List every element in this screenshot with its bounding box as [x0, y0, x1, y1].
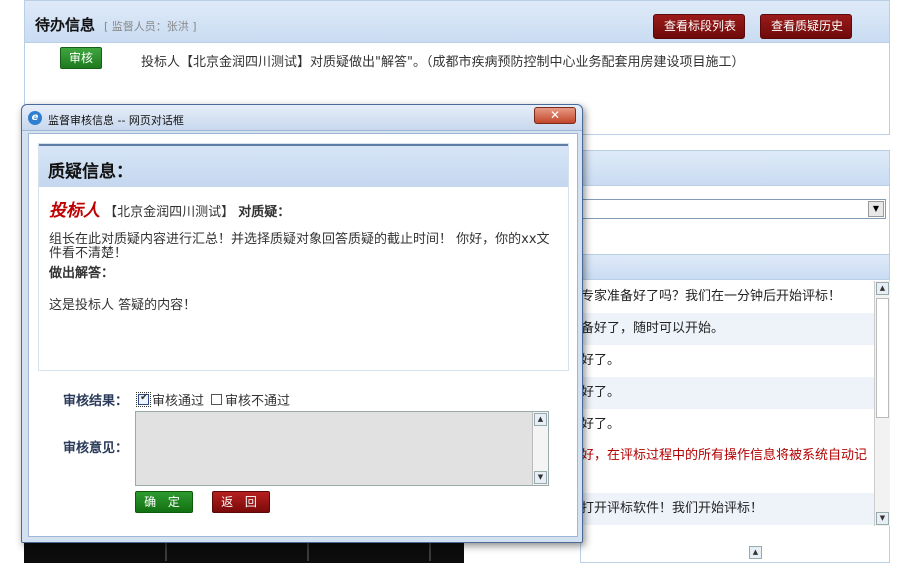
audit-pass-label[interactable]: 审核通过 — [152, 390, 204, 409]
query-info-title: 质疑信息： — [48, 162, 133, 182]
answer-text: 这是投标人 答疑的内容！ — [49, 298, 197, 313]
confirm-button[interactable]: 确 定 — [135, 491, 193, 513]
bidder-tag: 投标人 — [49, 201, 100, 221]
dark-strip-cell — [24, 540, 167, 561]
chat-line-system-notice: 好，在评标过程中的所有操作信息将被系统自动记 — [581, 448, 868, 463]
audit-button[interactable]: 审核 — [60, 47, 102, 69]
audit-result-label: 审核结果： — [63, 394, 129, 409]
page-title: 待办信息 — [35, 16, 96, 34]
dark-strip-cell — [169, 540, 309, 561]
scroll-up-icon[interactable]: ▲ — [534, 413, 547, 426]
view-query-history-button[interactable]: 查看质疑历史 — [760, 14, 852, 39]
audit-opinion-label: 审核意见： — [63, 441, 129, 456]
chat-list: 专家准备好了吗？我们在一分钟后开始评标！ 备好了，随时可以开始。 好了。 好了。… — [581, 281, 874, 526]
chat-line: 好了。 — [581, 377, 874, 409]
supervisor-label: [ 监督人员：张洪 ] — [104, 20, 197, 33]
bidder-suffix: 对质疑： — [238, 205, 291, 220]
todo-header: 待办信息 [ 监督人员：张洪 ] 查看标段列表 查看质疑历史 — [25, 1, 889, 43]
evaluation-header — [581, 151, 889, 186]
audit-opinion-textarea[interactable]: ▲ ▼ — [135, 411, 549, 486]
bidder-name: 【北京金润四川测试】 — [104, 205, 235, 220]
expert-select[interactable]: ▼ — [581, 199, 886, 219]
chat-line: 好了。 — [581, 353, 621, 368]
bidder-line: 投标人 【北京金润四川测试】 对质疑： — [49, 196, 290, 221]
back-button[interactable]: 返 回 — [212, 491, 270, 513]
chat-header — [581, 254, 889, 280]
chevron-down-icon[interactable]: ▼ — [868, 201, 884, 217]
scroll-thumb[interactable] — [876, 298, 889, 418]
chat-line: 专家准备好了吗？我们在一分钟后开始评标！ — [581, 289, 842, 304]
scroll-up-icon[interactable]: ▲ — [749, 546, 762, 559]
scroll-down-icon[interactable]: ▼ — [876, 512, 889, 525]
view-bid-list-button[interactable]: 查看标段列表 — [653, 14, 745, 39]
opinion-scrollbar[interactable]: ▲ ▼ — [532, 412, 548, 485]
dialog-title: 监督审核信息 -- 网页对话框 — [48, 114, 184, 127]
scroll-up-icon[interactable]: ▲ — [876, 282, 889, 295]
close-button[interactable]: ✕ — [534, 107, 576, 124]
dialog-titlebar[interactable]: e 监督审核信息 -- 网页对话框 ✕ — [22, 105, 582, 131]
audit-fail-checkbox[interactable] — [211, 394, 222, 405]
evaluation-panel: ▼ 专家准备好了吗？我们在一分钟后开始评标！ 备好了，随时可以开始。 好了。 好… — [580, 150, 890, 563]
audit-dialog: e 监督审核信息 -- 网页对话框 ✕ 质疑信息： 投标人 【北京金润四川测试】… — [21, 104, 583, 543]
audit-pass-checkbox[interactable]: ✔ — [136, 392, 151, 407]
chat-line: 好了。 — [581, 417, 621, 432]
chat-line: 备好了，随时可以开始。 — [581, 313, 874, 345]
query-info-frame: 质疑信息： 投标人 【北京金润四川测试】 对质疑： 组长在此对质疑内容进行汇总！… — [38, 143, 569, 371]
query-info-header: 质疑信息： — [39, 144, 568, 187]
check-icon: ✔ — [140, 392, 149, 403]
dialog-body: 质疑信息： 投标人 【北京金润四川测试】 对质疑： 组长在此对质疑内容进行汇总！… — [28, 133, 578, 537]
query-text: 组长在此对质疑内容进行汇总！并选择质疑对象回答质疑的截止时间！ 你好，你的xx文… — [49, 232, 550, 261]
audit-fail-label[interactable]: 审核不通过 — [225, 390, 290, 409]
close-icon: ✕ — [549, 108, 561, 122]
dark-strip-cell — [311, 540, 431, 561]
chat-line: 打开评标软件！我们开始评标！ — [581, 493, 874, 525]
ie-icon: e — [28, 111, 42, 125]
todo-message: 投标人【北京金润四川测试】对质疑做出"解答"。（成都市疾病预防控制中心业务配套用… — [141, 55, 745, 70]
answer-label: 做出解答： — [49, 266, 115, 281]
scroll-down-icon[interactable]: ▼ — [534, 471, 547, 484]
chat-scrollbar[interactable]: ▲ ▼ — [874, 281, 890, 526]
